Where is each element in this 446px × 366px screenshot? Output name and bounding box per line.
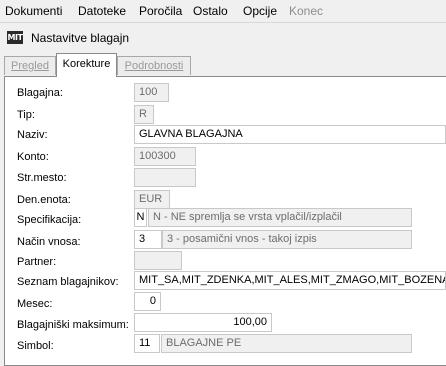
window-title: Nastavitve blagajn <box>31 31 130 45</box>
nacin-vnosa-description: 3 - posamični vnos - takoj izpis <box>162 230 412 249</box>
blagajna-field: 100 <box>134 83 169 102</box>
naziv-label: Naziv: <box>17 129 48 141</box>
tab-pregled: Pregled <box>4 56 56 75</box>
menu-ostalo[interactable]: Ostalo <box>191 3 230 19</box>
mesec-field[interactable]: 0 <box>134 292 161 311</box>
simbol-code-field[interactable]: 11 <box>134 334 160 353</box>
konto-field[interactable]: 100300 <box>134 147 196 166</box>
seznam-blagajnikov-label: Seznam blagajnikov: <box>17 276 119 288</box>
tab-pregled-label: Pregled <box>11 60 49 72</box>
konto-label: Konto: <box>17 151 49 163</box>
specifikacija-description: N - NE spremlja se vrsta vplačil/izplači… <box>148 208 412 227</box>
menu-bar: Dokumenti Datoteke Poročila Ostalo Opcij… <box>0 0 446 23</box>
tab-korekture[interactable]: Korekture <box>56 53 117 77</box>
nacin-vnosa-label: Način vnosa: <box>17 236 81 248</box>
app-logo-icon: MIT <box>7 31 23 44</box>
partner-label: Partner: <box>17 256 57 268</box>
menu-datoteke[interactable]: Datoteke <box>76 3 128 19</box>
partner-field[interactable] <box>134 251 182 270</box>
mesec-label: Mesec: <box>17 298 53 310</box>
seznam-blagajnikov-field[interactable]: MIT_SA,MIT_ZDENKA,MIT_ALES,MIT_ZMAGO,MIT… <box>134 271 446 290</box>
naziv-field[interactable]: GLAVNA BLAGAJNA <box>134 125 446 144</box>
denenota-label: Den.enota: <box>17 194 71 206</box>
blagajna-label: Blagajna: <box>17 87 63 99</box>
specifikacija-label: Specifikacija: <box>17 214 82 226</box>
tip-field: R <box>134 105 154 124</box>
menu-dokumenti[interactable]: Dokumenti <box>3 3 64 19</box>
menu-opcije[interactable]: Opcije <box>241 3 279 19</box>
menu-konec: Konec <box>289 4 324 18</box>
strmesto-field[interactable] <box>134 168 196 187</box>
menu-porocila[interactable]: Poročila <box>137 3 184 19</box>
blagajniski-maksimum-field[interactable]: 100,00 <box>134 313 272 332</box>
tab-korekture-label: Korekture <box>62 58 111 70</box>
simbol-description: BLAGAJNE PE <box>161 334 412 353</box>
blagajniski-maksimum-label: Blagajniški maksimum: <box>17 319 129 331</box>
specifikacija-code-field[interactable]: N <box>134 208 147 227</box>
tip-label: Tip: <box>17 109 35 121</box>
nacin-vnosa-code-field[interactable]: 3 <box>134 230 162 249</box>
tab-podrobnosti: Podrobnosti <box>117 56 191 75</box>
tab-podrobnosti-label: Podrobnosti <box>124 60 184 72</box>
strmesto-label: Str.mesto: <box>17 172 67 184</box>
denenota-field[interactable]: EUR <box>134 190 170 209</box>
simbol-label: Simbol: <box>17 340 54 352</box>
